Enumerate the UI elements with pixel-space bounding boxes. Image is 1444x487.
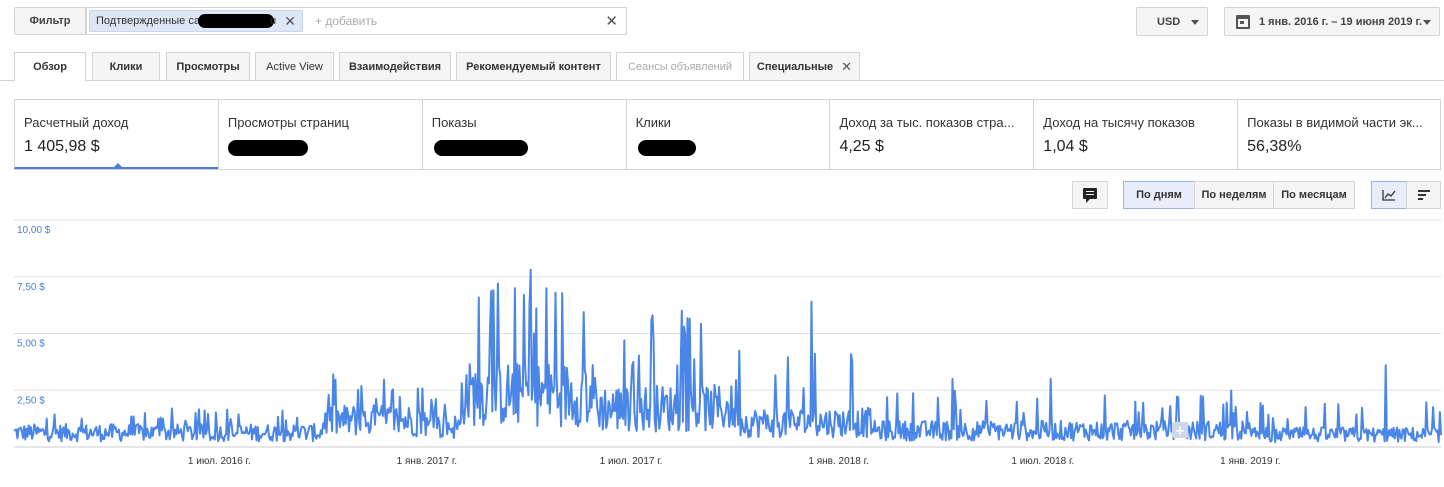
close-tab-icon[interactable]: ✕ (841, 59, 852, 75)
report-tabs: Обзор Клики Просмотры Active View Взаимо… (0, 52, 1444, 82)
date-range-select[interactable]: 1 янв. 2016 г. – 19 июня 2019 г. (1224, 7, 1440, 36)
metric-page-rpm[interactable]: Доход за тыс. показов стра... 4,25 $ (829, 100, 1033, 169)
tab-matched-content[interactable]: Рекомендуемый контент (456, 52, 611, 81)
currency-label: USD (1157, 15, 1181, 28)
x-tick-label: 1 июл. 2018 г. (1011, 456, 1074, 467)
filter-chip[interactable]: Подтвержденные са u ✕ (89, 10, 303, 32)
metric-viewability[interactable]: Показы в видимой части эк... 56,38% (1237, 100, 1440, 169)
metric-clicks[interactable]: Клики (625, 100, 830, 169)
filter-input-box[interactable]: Подтвержденные са u ✕ + добавить ✕ (86, 7, 627, 35)
clear-filter-icon[interactable]: ✕ (605, 12, 618, 30)
y-tick-label: 2,50 $ (17, 395, 45, 406)
bar-list-icon (1417, 190, 1430, 200)
x-tick-label: 1 июл. 2017 г. (600, 456, 663, 467)
table-view-toggle[interactable] (1406, 181, 1441, 209)
metric-label: Доход на тысячу показов (1043, 115, 1195, 130)
y-tick-label: 7,50 $ (17, 282, 45, 293)
chevron-down-icon (1423, 20, 1431, 25)
metric-label: Клики (635, 115, 671, 130)
metric-cards: Расчетный доход 1 405,98 $ Просмотры стр… (14, 99, 1441, 170)
date-range-label: 1 янв. 2016 г. – 19 июня 2019 г. (1259, 15, 1423, 28)
tab-pageviews[interactable]: Просмотры (166, 52, 250, 81)
filter-chip-label: Подтвержденные са (96, 15, 200, 27)
tab-active-view[interactable]: Active View (255, 52, 334, 81)
currency-select[interactable]: USD (1136, 7, 1208, 36)
tab-custom-label: Специальные (756, 60, 834, 73)
metric-value: 4,25 $ (839, 138, 884, 155)
filter-button[interactable]: Фильтр (14, 7, 86, 35)
redacted-value (227, 140, 308, 156)
tab-custom[interactable]: Специальные ✕ (749, 52, 860, 81)
granularity-month-button[interactable]: По месяцам (1273, 181, 1355, 209)
metric-estimated-revenue[interactable]: Расчетный доход 1 405,98 $ (14, 100, 218, 169)
x-tick-label: 1 янв. 2017 г. (397, 456, 457, 467)
line-chart-toggle[interactable] (1371, 181, 1407, 209)
annotations-button[interactable] (1072, 181, 1108, 209)
metric-pageviews[interactable]: Просмотры страниц (217, 100, 422, 169)
metric-label: Доход за тыс. показов стра... (839, 115, 1015, 130)
x-tick-label: 1 янв. 2019 г. (1220, 456, 1280, 467)
redacted-value (433, 140, 528, 156)
remove-chip-icon[interactable]: ✕ (284, 13, 296, 30)
metric-impression-rpm[interactable]: Доход на тысячу показов 1,04 $ (1033, 100, 1237, 169)
metric-label: Просмотры страниц (227, 115, 349, 130)
redacted-value (637, 140, 696, 156)
metric-label: Показы (431, 115, 477, 130)
metric-label: Расчетный доход (24, 115, 129, 130)
granularity-week-button[interactable]: По неделям (1194, 181, 1274, 209)
tab-interactions[interactable]: Взаимодействия (339, 52, 451, 81)
metric-impressions[interactable]: Показы (421, 100, 626, 169)
x-tick-label: 1 янв. 2018 г. (808, 456, 868, 467)
granularity-day-button[interactable]: По дням (1123, 181, 1195, 209)
metric-value: 1 405,98 $ (24, 138, 100, 155)
metric-label: Показы в видимой части эк... (1247, 115, 1423, 130)
filter-chip-tail: u (270, 15, 277, 27)
y-tick-label: 5,00 $ (17, 339, 45, 350)
y-tick-label: 10,00 $ (17, 225, 51, 236)
revenue-series-line (13, 268, 1442, 444)
chevron-down-icon (1191, 20, 1199, 25)
comment-icon (1083, 188, 1097, 203)
tab-clicks[interactable]: Клики (92, 52, 160, 81)
calendar-icon (1236, 15, 1250, 29)
tab-ad-sessions: Сеансы объявлений (616, 52, 744, 81)
line-chart-icon (1382, 190, 1396, 201)
tab-overview[interactable]: Обзор (14, 52, 86, 82)
x-tick-label: 1 июл. 2016 г. (188, 456, 251, 467)
add-filter-input[interactable]: + добавить (315, 14, 605, 28)
plus-icon: + (1175, 424, 1186, 439)
revenue-line-chart[interactable]: 2,50 $ 5,00 $ 7,50 $ 10,00 $ 1 июл. 2016 г. 1… (0, 216, 1444, 478)
metric-value: 56,38% (1247, 138, 1302, 155)
redaction-mark (198, 14, 274, 28)
metric-value: 1,04 $ (1043, 138, 1088, 155)
